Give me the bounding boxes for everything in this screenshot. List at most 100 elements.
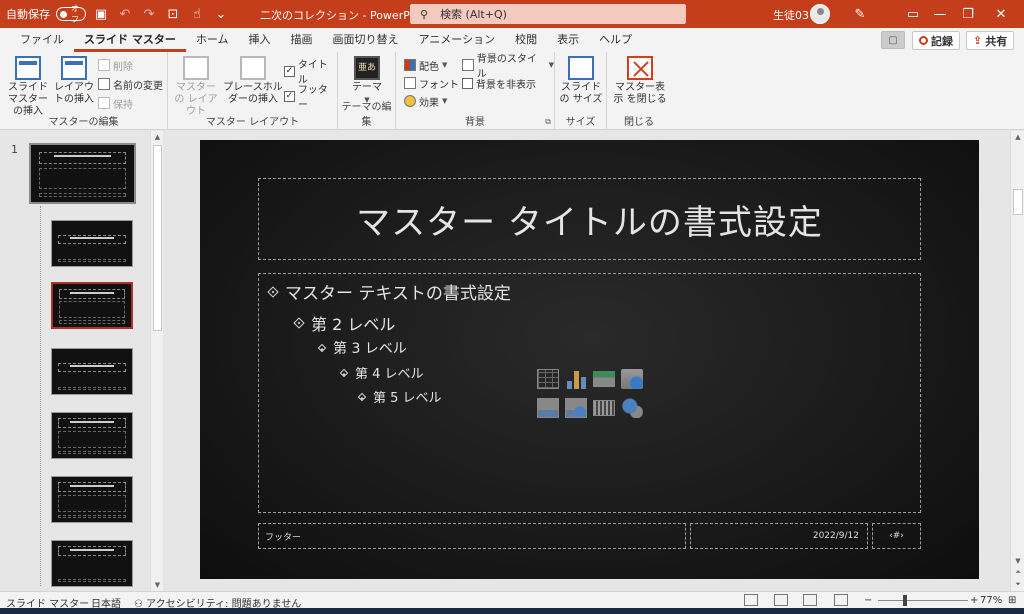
scroll-up-icon[interactable]: ▲ (1011, 133, 1024, 141)
insert-layout-label: レイアウトの挿入 (54, 82, 94, 105)
insert-picture-icon[interactable] (537, 398, 559, 418)
chevron-down-icon: ▼ (442, 97, 448, 105)
insert-slide-master-button[interactable]: スライド マスターの挿入 (4, 56, 52, 118)
slide-size-button[interactable]: スライドの サイズ (557, 56, 605, 106)
insert-video-icon[interactable] (593, 400, 615, 416)
zoom-in-icon[interactable]: + (970, 595, 978, 606)
tab-view[interactable]: 表示 (547, 28, 589, 52)
zoom-slider[interactable] (878, 600, 968, 601)
thumbnail-layout[interactable] (51, 220, 133, 267)
insert-icons-icon[interactable] (621, 398, 643, 418)
rename-button[interactable]: 名前の変更 (98, 76, 163, 92)
title-placeholder[interactable]: マスター タイトルの書式設定 (258, 178, 921, 260)
insert-smartart-icon[interactable] (593, 371, 615, 387)
colors-button[interactable]: 配色 ▼ (404, 57, 447, 73)
tab-insert[interactable]: 挿入 (239, 28, 281, 52)
tab-help[interactable]: ヘルプ (589, 28, 642, 52)
search-placeholder: 検索 (Alt+Q) (440, 8, 507, 21)
present-icon[interactable]: ⊡ (164, 5, 182, 23)
redo-icon[interactable]: ↷ (140, 5, 158, 23)
background-styles-button[interactable]: 背景のスタイル ▼ (462, 54, 554, 80)
text-level-4-label: 第 4 レベル (355, 367, 424, 382)
thumbnail-layout-selected[interactable] (51, 282, 133, 329)
thumbnail-layout[interactable] (51, 412, 133, 459)
tab-animations[interactable]: アニメーション (409, 28, 506, 52)
slide-sorter-icon[interactable] (774, 594, 788, 606)
insert-online-picture-icon[interactable] (565, 398, 587, 418)
canvas-scrollbar[interactable]: ▲ ▼ ⏶ ⏷ (1010, 131, 1024, 591)
slideshow-icon[interactable] (834, 594, 848, 606)
master-layout-button[interactable]: マスターの レイアウト (172, 56, 220, 118)
delete-button[interactable]: 削除 (98, 57, 133, 73)
record-button[interactable]: 記録 (912, 31, 960, 50)
customize-toolbar-icon[interactable]: ⌄ (212, 5, 230, 23)
thumbnail-master[interactable] (29, 143, 136, 204)
text-level-5: 第 5 レベル (357, 387, 442, 406)
group-background: 配色▼ フォント▼ 効果▼ 背景のスタイル▼ 背景を非表示 背景 ⧉ (396, 52, 555, 130)
insert-layout-button[interactable]: レイアウトの挿入 (50, 56, 98, 106)
thumbnail-layout[interactable] (51, 540, 133, 587)
text-level-3: 第 3 レベル (317, 338, 407, 358)
insert-placeholder-button[interactable]: プレースホルダーの挿入 (220, 56, 286, 106)
next-slide-icon[interactable]: ⏷ (1011, 580, 1024, 589)
restore-icon[interactable]: ❐ (958, 4, 978, 24)
slide[interactable]: マスター タイトルの書式設定 マスター テキストの書式設定 第 2 レベル 第 … (200, 140, 979, 579)
master-layout-icon (183, 56, 209, 80)
insert-3d-model-icon[interactable] (621, 369, 643, 389)
insert-chart-icon[interactable] (565, 369, 587, 389)
close-icon[interactable]: ✕ (991, 4, 1011, 24)
thumbnail-scrollbar[interactable]: ▲ ▼ (150, 131, 163, 591)
scroll-thumb[interactable] (1013, 189, 1023, 215)
title-bar: 自動保存 オフ ▣ ↶ ↷ ⊡ ☝ ⌄ 二次のコレクション - PowerPoi… (0, 0, 1024, 28)
share-button[interactable]: ⇪ 共有 (966, 31, 1015, 50)
rename-label: 名前の変更 (113, 80, 163, 92)
fit-to-window-icon[interactable]: ⊞ (1008, 595, 1016, 606)
avatar[interactable] (810, 4, 830, 24)
undo-icon[interactable]: ↶ (116, 5, 134, 23)
slide-master-icon (15, 56, 41, 80)
reading-view-icon[interactable] (803, 594, 817, 606)
dialog-launcher-icon[interactable]: ⧉ (545, 117, 551, 127)
touch-mode-icon[interactable]: ☝ (188, 5, 206, 23)
insert-slide-master-label: スライド マスターの挿入 (8, 82, 48, 117)
pen-icon[interactable]: ✎ (850, 4, 870, 24)
tab-file[interactable]: ファイル (10, 28, 74, 52)
scroll-down-icon[interactable]: ▼ (1011, 557, 1024, 565)
scroll-thumb[interactable] (153, 145, 162, 331)
content-placeholder[interactable]: マスター テキストの書式設定 第 2 レベル 第 3 レベル 第 4 レベル 第… (258, 273, 921, 513)
footer-checkbox[interactable]: ✓ フッター (284, 85, 337, 111)
slide-size-label: スライドの サイズ (559, 82, 603, 105)
zoom-slider-thumb[interactable] (903, 595, 907, 606)
normal-view-icon[interactable] (744, 594, 758, 606)
slide-number-placeholder[interactable]: ‹#› (872, 523, 921, 549)
minimize-icon[interactable]: — (930, 4, 950, 24)
tab-home[interactable]: ホーム (186, 28, 239, 52)
thumbnail-layout[interactable] (51, 476, 133, 523)
close-master-view-button[interactable]: マスター表示 を閉じる (611, 56, 669, 106)
comments-button[interactable]: ▢ (881, 31, 905, 49)
preserve-button[interactable]: 保持 (98, 95, 133, 111)
search-box[interactable]: ⚲ 検索 (Alt+Q) (410, 4, 686, 24)
fonts-button[interactable]: フォント▼ (404, 75, 467, 91)
tab-review[interactable]: 校閲 (505, 28, 547, 52)
tab-slide-master[interactable]: スライド マスター (74, 28, 186, 52)
zoom-level[interactable]: 77% (980, 595, 1002, 606)
group-master-layout: マスターの レイアウト プレースホルダーの挿入 ✓ タイトル ✓ フッター マスター… (168, 52, 338, 130)
date-placeholder[interactable]: 2022/9/12 (690, 523, 868, 549)
hide-background-checkbox[interactable]: 背景を非表示 (462, 75, 536, 91)
colors-label: 配色 (419, 61, 439, 73)
zoom-out-icon[interactable]: − (864, 595, 872, 606)
previous-slide-icon[interactable]: ⏶ (1011, 568, 1024, 577)
tab-transitions[interactable]: 画面切り替え (323, 28, 409, 52)
autosave-toggle[interactable]: オフ (56, 4, 86, 24)
insert-table-icon[interactable] (537, 369, 559, 389)
ribbon-display-icon[interactable]: ▭ (903, 4, 923, 24)
tab-draw[interactable]: 描画 (281, 28, 323, 52)
user-name[interactable]: 生徒03 (773, 7, 809, 23)
save-icon[interactable]: ▣ (92, 5, 110, 23)
thumbnail-layout[interactable] (51, 348, 133, 395)
group-size: スライドの サイズ サイズ (555, 52, 607, 130)
effects-button[interactable]: 効果 ▼ (404, 93, 447, 109)
title-checkbox[interactable]: ✓ タイトル (284, 60, 337, 86)
footer-placeholder[interactable]: フッター (258, 523, 686, 549)
